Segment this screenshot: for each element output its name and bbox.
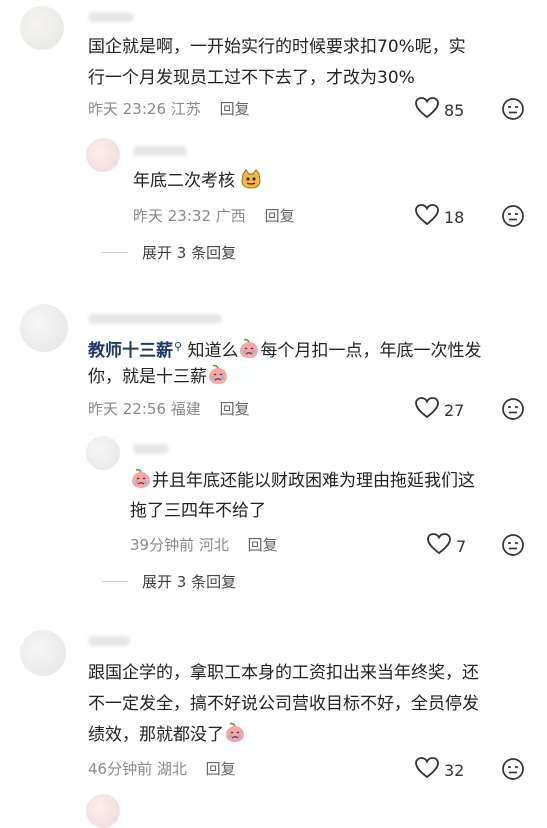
- like-count: 85: [444, 100, 465, 120]
- comment-text-line: 行一个月发现员工过不下去了，才改为30%: [88, 68, 415, 88]
- like-button[interactable]: 27: [414, 396, 464, 424]
- like-count: 7: [456, 536, 467, 556]
- username-blurred[interactable]: [88, 636, 130, 646]
- dislike-button[interactable]: [501, 757, 525, 785]
- expand-replies-button[interactable]: 展开 3 条回复: [102, 571, 236, 592]
- reply-time: 39分钟前: [130, 536, 195, 554]
- reply-meta: 昨天 23:32 广西 回复: [133, 205, 295, 226]
- dislike-button[interactable]: [501, 397, 525, 425]
- reply-location: 广西: [215, 207, 246, 225]
- reply-text: 年底二次考核: [133, 166, 262, 201]
- comment-location: 福建: [170, 400, 201, 418]
- cat-face-emoji: [240, 168, 262, 201]
- comment-location: 湖北: [156, 760, 187, 778]
- reply-avatar[interactable]: [86, 794, 120, 828]
- comment-text-line: 绩效，那就都没了: [88, 720, 246, 755]
- divider: [102, 252, 128, 253]
- dislike-face-icon: [502, 98, 524, 120]
- search-icon[interactable]: ⚲: [174, 340, 182, 353]
- reply-avatar[interactable]: [86, 138, 120, 172]
- heart-outline-icon: [414, 756, 440, 784]
- comment-text-line: 不一定发全，搞不好说公司营收目标不好，全员停发: [88, 694, 479, 714]
- reply-button[interactable]: 回复: [206, 760, 236, 778]
- reply-location: 河北: [198, 536, 229, 554]
- avatar[interactable]: [20, 630, 66, 676]
- reply-meta: 39分钟前 河北 回复: [130, 534, 278, 555]
- comment-text-line: 跟国企学的，拿职工本身的工资扣出来当年终奖，还: [88, 663, 479, 683]
- dislike-face-icon: [502, 758, 524, 780]
- comment-meta: 昨天 23:26 江苏 回复: [88, 98, 250, 119]
- username-blurred[interactable]: [88, 12, 134, 22]
- expand-replies-button[interactable]: 展开 3 条回复: [102, 242, 236, 263]
- heart-outline-icon: [414, 203, 440, 231]
- reply-button[interactable]: 回复: [248, 536, 278, 554]
- author-name[interactable]: 教师十三薪: [88, 341, 173, 361]
- dislike-face-icon: [502, 205, 524, 227]
- reply-time: 昨天 23:32: [133, 207, 211, 225]
- comment-text-line: 国企就是啊，一开始实行的时候要求扣70%呢，实: [88, 37, 466, 57]
- heart-outline-icon: [414, 396, 440, 424]
- dislike-button[interactable]: [501, 204, 525, 232]
- comment-text-line: 你，就是十三薪: [88, 362, 229, 397]
- dislike-button[interactable]: [501, 533, 525, 561]
- dislike-face-icon: [502, 398, 524, 420]
- reply-button[interactable]: 回复: [265, 207, 295, 225]
- username-blurred[interactable]: [88, 314, 222, 324]
- heart-outline-icon: [426, 532, 452, 560]
- comment-location: 江苏: [170, 100, 201, 118]
- like-count: 27: [444, 400, 465, 420]
- reply-button[interactable]: 回复: [220, 100, 250, 118]
- dislike-button[interactable]: [501, 97, 525, 125]
- avatar[interactable]: [20, 6, 64, 50]
- reply-avatar[interactable]: [86, 436, 120, 470]
- like-button[interactable]: 32: [414, 756, 464, 784]
- heart-outline-icon: [414, 96, 440, 124]
- like-count: 18: [444, 207, 465, 227]
- like-button[interactable]: 18: [414, 203, 464, 231]
- crying-peach-emoji: [207, 364, 229, 397]
- dislike-face-icon: [502, 534, 524, 556]
- reply-text-line: 拖了三四年不给了: [130, 501, 266, 521]
- like-count: 32: [444, 760, 465, 780]
- avatar[interactable]: [20, 304, 68, 352]
- like-button[interactable]: 7: [426, 532, 466, 560]
- like-button[interactable]: 85: [414, 96, 464, 124]
- username-blurred[interactable]: [133, 444, 169, 454]
- reply-button[interactable]: 回复: [220, 400, 250, 418]
- comment-meta: 昨天 22:56 福建 回复: [88, 398, 250, 419]
- comment-time: 昨天 22:56: [88, 400, 166, 418]
- crying-peach-emoji: [238, 338, 260, 371]
- username-blurred[interactable]: [133, 146, 187, 156]
- comment-time: 昨天 23:26: [88, 100, 166, 118]
- comment-time: 46分钟前: [88, 760, 153, 778]
- divider: [102, 581, 128, 582]
- comment-meta: 46分钟前 湖北 回复: [88, 758, 236, 779]
- crying-peach-emoji: [224, 722, 246, 755]
